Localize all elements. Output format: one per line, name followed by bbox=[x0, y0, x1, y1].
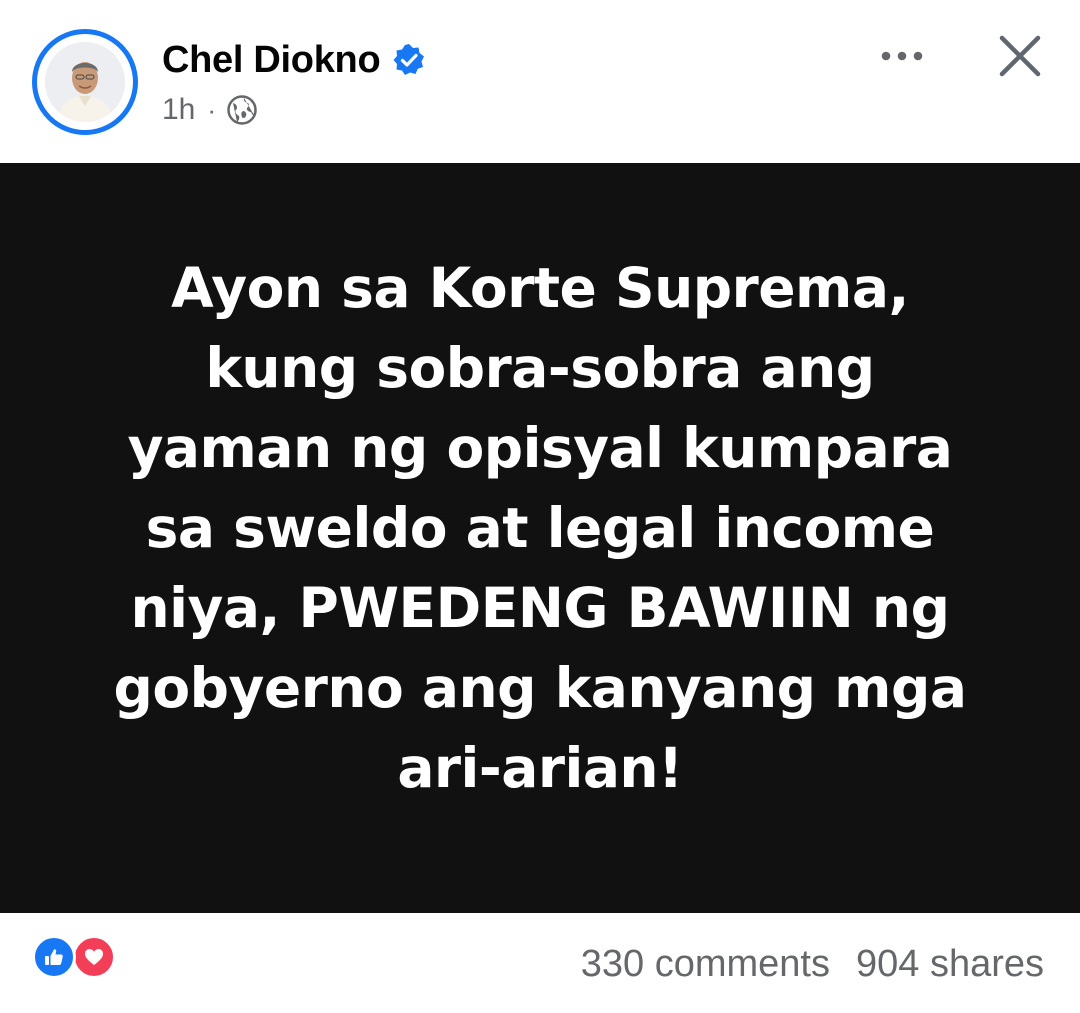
shares-count[interactable]: 904 shares bbox=[856, 943, 1044, 986]
verified-badge-icon bbox=[392, 43, 426, 77]
author-row: Chel Diokno bbox=[162, 38, 426, 82]
author-name[interactable]: Chel Diokno bbox=[162, 39, 381, 82]
post-meta: 1h · bbox=[162, 90, 258, 130]
like-reaction-icon bbox=[32, 935, 76, 979]
post-image[interactable]: Ayon sa Korte Suprema, kung sobra-sobra … bbox=[0, 163, 1080, 913]
avatar[interactable] bbox=[32, 29, 138, 135]
post-image-line: niya, PWEDENG BAWIIN ng bbox=[130, 576, 950, 640]
avatar-photo bbox=[45, 42, 125, 122]
post-image-line: Ayon sa Korte Suprema, bbox=[171, 256, 909, 320]
love-reaction-icon bbox=[72, 935, 116, 979]
post-image-line: gobyerno ang kanyang mga bbox=[113, 656, 967, 720]
post-image-text: Ayon sa Korte Suprema, kung sobra-sobra … bbox=[114, 248, 967, 808]
globe-icon[interactable] bbox=[226, 94, 258, 126]
post-image-line: yaman ng opisyal kumpara bbox=[127, 416, 953, 480]
engagement-stats: 330 comments 904 shares bbox=[581, 943, 1044, 986]
post-image-line: ari-arian! bbox=[397, 736, 683, 800]
comments-count[interactable]: 330 comments bbox=[581, 943, 830, 986]
close-button[interactable] bbox=[994, 30, 1046, 82]
post-timestamp[interactable]: 1h bbox=[162, 93, 195, 127]
post-header: Chel Diokno 1h · bbox=[0, 0, 1080, 163]
meta-separator: · bbox=[207, 94, 217, 125]
close-icon bbox=[999, 35, 1041, 77]
post-image-line: sa sweldo at legal income bbox=[145, 496, 935, 560]
reaction-summary[interactable] bbox=[32, 935, 122, 981]
more-options-button[interactable] bbox=[872, 34, 932, 78]
post-image-line: kung sobra-sobra ang bbox=[205, 336, 875, 400]
post-footer: 330 comments 904 shares bbox=[0, 913, 1080, 1013]
